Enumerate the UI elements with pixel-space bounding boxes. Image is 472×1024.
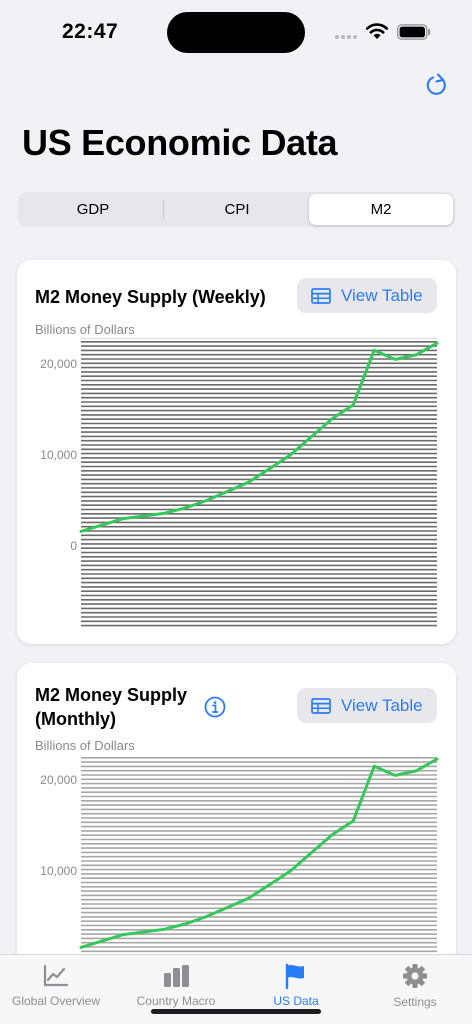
wifi-icon [365, 23, 389, 39]
view-table-button[interactable]: View Table [297, 278, 437, 313]
tab-global-overview[interactable]: Global Overview [0, 963, 115, 1008]
y-tick-label: 20,000 [40, 773, 77, 787]
card-title: M2 Money Supply (Monthly) [35, 685, 188, 729]
tab-label: Country Macro [136, 994, 216, 1008]
flag-icon [285, 963, 304, 989]
weekly-line-chart: 30,00020,00010,0000 [40, 338, 439, 627]
weekly-chart-card: M2 Money Supply (Weekly) View Table Bill… [17, 260, 456, 644]
battery-icon [397, 24, 431, 40]
refresh-icon [426, 73, 446, 95]
status-time: 22:47 [62, 20, 119, 43]
segment-gdp[interactable]: GDP [21, 194, 165, 225]
card-title: M2 Money Supply (Weekly) [35, 287, 266, 307]
view-table-button[interactable]: View Table [297, 688, 437, 723]
y-tick-label: 10,000 [40, 864, 77, 878]
tab-label: US Data [273, 994, 319, 1008]
y-axis-unit: Billions of Dollars [35, 322, 135, 337]
segmented-control: GDP CPI M2 [18, 192, 455, 227]
chart-gridlines [81, 338, 437, 627]
tab-label: Global Overview [11, 994, 101, 1008]
home-indicator [151, 1009, 321, 1014]
segment-m2[interactable]: M2 [309, 194, 453, 225]
y-axis-unit: Billions of Dollars [35, 738, 135, 753]
y-tick-label: 0 [70, 539, 77, 553]
chart-line-icon [43, 964, 69, 987]
tab-label: Settings [393, 995, 437, 1009]
view-table-label: View Table [341, 285, 423, 305]
info-icon[interactable] [204, 696, 226, 718]
page-title: US Economic Data [22, 122, 338, 163]
y-tick-label: 10,000 [40, 448, 77, 462]
status-bar: 22:47 [0, 0, 472, 62]
view-table-label: View Table [341, 695, 423, 715]
segment-cpi[interactable]: CPI [165, 194, 309, 225]
table-icon [311, 697, 331, 714]
dynamic-island [167, 12, 305, 53]
refresh-button[interactable] [422, 70, 452, 100]
tab-us-data[interactable]: US Data [237, 963, 355, 1008]
table-icon [311, 287, 331, 304]
bar-chart-icon [164, 965, 189, 987]
y-tick-label: 20,000 [40, 357, 77, 371]
tab-settings[interactable]: Settings [356, 963, 472, 1009]
tab-country-macro[interactable]: Country Macro [117, 963, 235, 1008]
cellular-signal-icon [335, 35, 359, 41]
gear-icon [403, 964, 427, 988]
